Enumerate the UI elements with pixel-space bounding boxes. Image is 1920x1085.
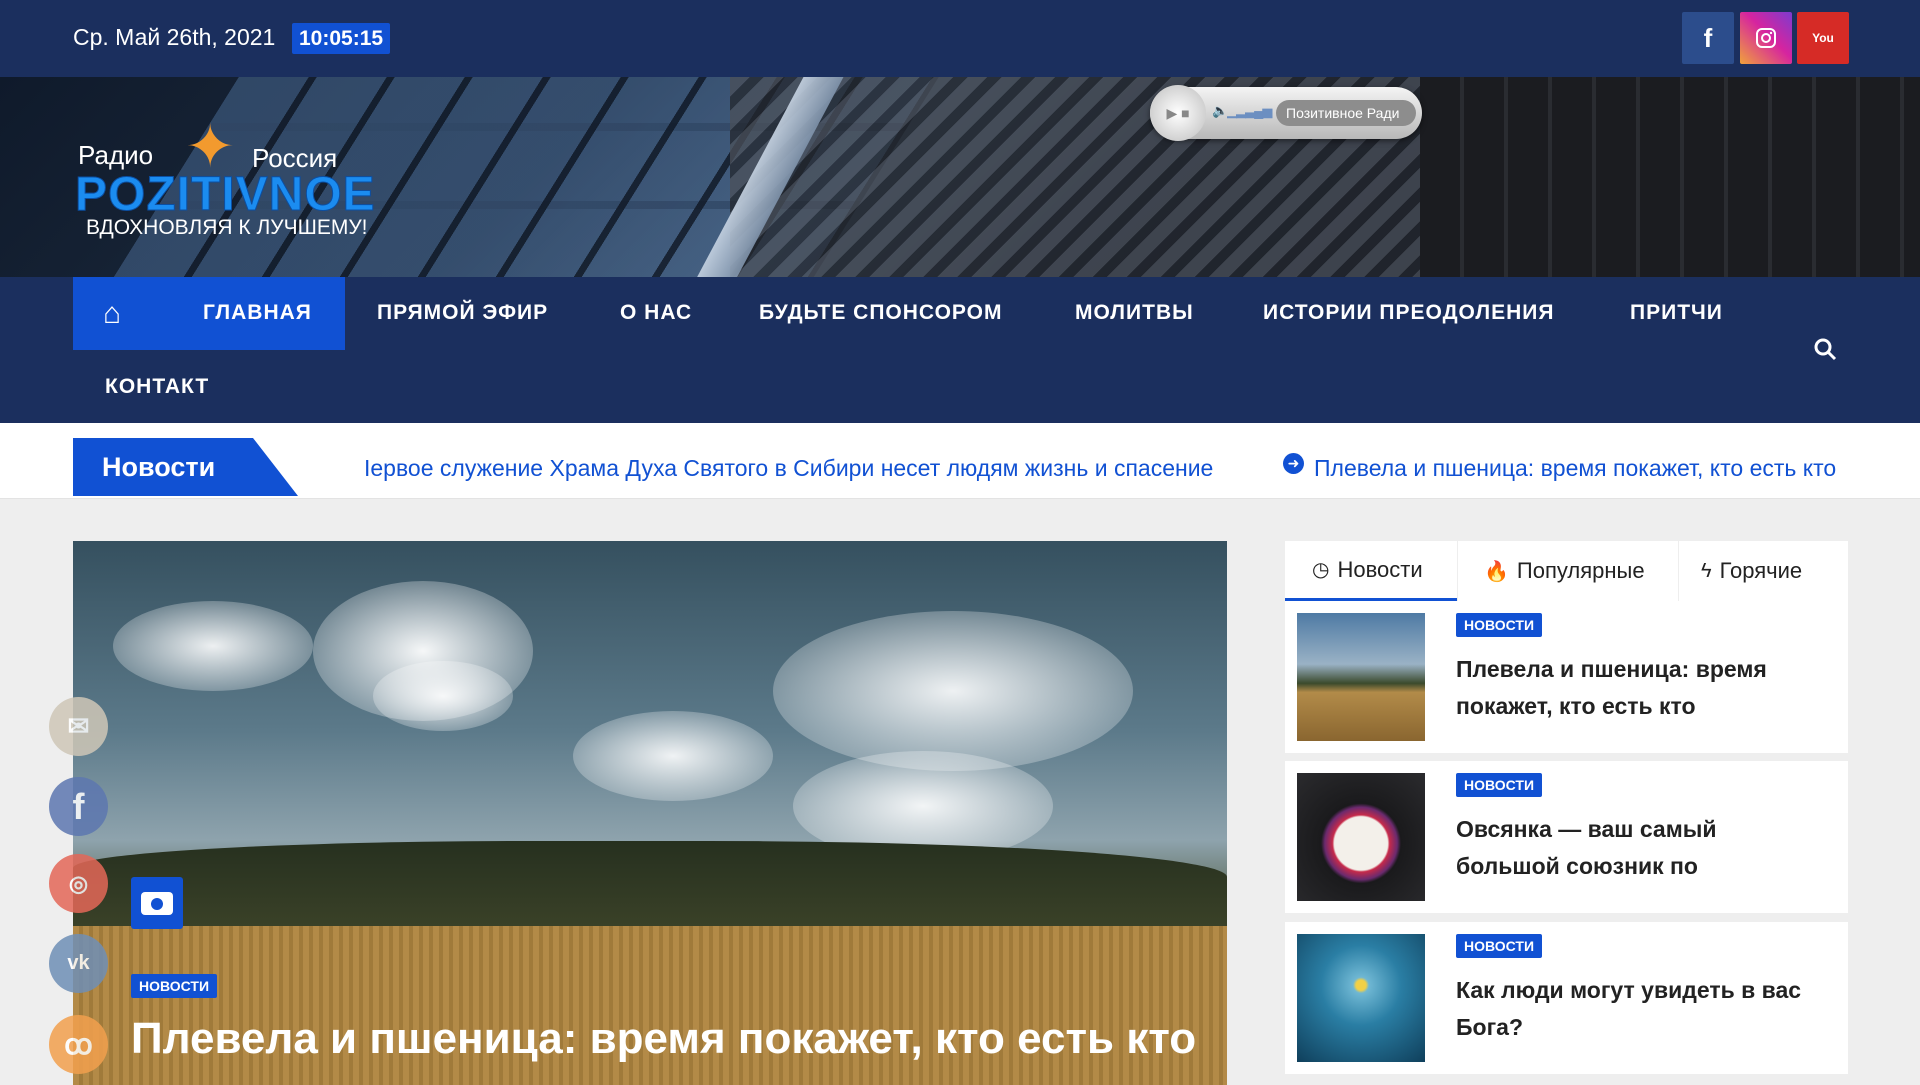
lightning-icon: ϟ xyxy=(1701,559,1712,582)
nav-item-live[interactable]: ПРЯМОЙ ЭФИР xyxy=(377,301,548,325)
instagram-icon[interactable] xyxy=(1740,12,1792,64)
hero-cloud xyxy=(373,661,513,731)
hero-cloud xyxy=(773,611,1133,771)
hero-category-badge[interactable]: НОВОСТИ xyxy=(131,974,218,998)
banner-tower xyxy=(1420,77,1920,277)
youtube-icon[interactable]: You xyxy=(1797,12,1849,64)
hero-title[interactable]: Плевела и пшеница: время покажет, кто ес… xyxy=(131,1009,1211,1069)
ticker-item[interactable]: Плевела и пшеница: время покажет, кто ес… xyxy=(1314,455,1836,482)
post-title[interactable]: Как люди могут увидеть в вас Бога? xyxy=(1456,972,1826,1046)
post-title[interactable]: Плевела и пшеница: время покажет, кто ес… xyxy=(1456,651,1826,725)
ticker-label: Новости xyxy=(73,438,298,496)
logo-slogan: ВДОХНОВЛЯЯ К ЛУЧШЕМУ! xyxy=(86,216,368,239)
current-time: 10:05:15 xyxy=(292,23,391,54)
site-logo[interactable]: Радио ✦ Россия POZITIVNOE ВДОХНОВЛЯЯ К Л… xyxy=(75,115,415,245)
player-station-name: Позитивное Ради xyxy=(1276,100,1416,126)
nav-item-contact[interactable]: КОНТАКТ xyxy=(105,375,209,399)
clock-icon: ◷ xyxy=(1312,559,1330,581)
nav-item-sponsor[interactable]: БУДЬТЕ СПОНСОРОМ xyxy=(759,301,1002,325)
featured-post[interactable]: НОВОСТИ Плевела и пшеница: время покажет… xyxy=(73,541,1227,1085)
post-category-badge[interactable]: НОВОСТИ xyxy=(1456,934,1543,958)
instagram-icon[interactable]: ◎ xyxy=(49,854,108,913)
post-thumbnail[interactable] xyxy=(1297,773,1425,901)
tab-label: Популярные xyxy=(1516,558,1645,583)
post-category-badge[interactable]: НОВОСТИ xyxy=(1456,613,1543,637)
nav-item-main[interactable]: ГЛАВНАЯ xyxy=(203,301,312,325)
tab-hot[interactable]: ϟ Горячие xyxy=(1679,541,1848,601)
nav-home[interactable]: ⌂ ГЛАВНАЯ xyxy=(73,277,345,350)
arrow-right-icon: ➜ xyxy=(1283,453,1304,474)
tab-news[interactable]: ◷ Новости xyxy=(1285,541,1457,601)
radio-player: ▶ ■ 🔈▁▂▃▄▅ Позитивное Ради xyxy=(1150,85,1422,141)
post-thumbnail[interactable] xyxy=(1297,613,1425,741)
camera-body xyxy=(141,891,173,915)
nav-item-prayers[interactable]: МОЛИТВЫ xyxy=(1075,301,1194,325)
ticker-item[interactable]: Іервое служение Храма Духа Святого в Сиб… xyxy=(364,455,1213,482)
email-icon[interactable]: ✉ xyxy=(49,697,108,756)
post-category-badge[interactable]: НОВОСТИ xyxy=(1456,773,1543,797)
tab-label: Горячие xyxy=(1719,558,1803,583)
fire-icon: 🔥 xyxy=(1484,560,1509,583)
vk-icon[interactable]: vk xyxy=(49,934,108,993)
main-nav: ⌂ ГЛАВНАЯ ПРЯМОЙ ЭФИР О НАС БУДЬТЕ СПОНС… xyxy=(0,277,1920,423)
current-date: Ср. Май 26th, 2021 xyxy=(73,24,276,50)
instagram-glyph xyxy=(1756,28,1776,48)
nav-item-stories[interactable]: ИСТОРИИ ПРЕОДОЛЕНИЯ xyxy=(1263,301,1554,325)
odnoklassniki-icon[interactable]: ꝏ xyxy=(49,1015,108,1074)
sidebar-tabs: ◷ Новости 🔥 Популярные ϟ Горячие xyxy=(1285,541,1848,601)
facebook-icon[interactable]: f xyxy=(49,777,108,836)
tab-label: Новости xyxy=(1337,556,1423,582)
news-ticker: Новости Іервое служение Храма Духа Свято… xyxy=(0,423,1920,499)
post-title[interactable]: Овсянка — ваш самый большой союзник по xyxy=(1456,811,1826,885)
search-glyph xyxy=(1814,338,1837,361)
sidebar-post[interactable]: НОВОСТИ Как люди могут увидеть в вас Бог… xyxy=(1285,922,1848,1074)
search-icon[interactable] xyxy=(1813,337,1837,368)
sidebar-post[interactable]: НОВОСТИ Овсянка — ваш самый большой союз… xyxy=(1285,761,1848,913)
post-thumbnail[interactable] xyxy=(1297,934,1425,1062)
tab-popular[interactable]: 🔥 Популярные xyxy=(1457,541,1679,601)
top-bar: Ср. Май 26th, 2021 10:05:15 f You xyxy=(0,0,1920,77)
nav-item-about[interactable]: О НАС xyxy=(620,301,692,325)
hero-trees xyxy=(73,841,1227,931)
play-button[interactable]: ▶ ■ xyxy=(1150,85,1206,141)
facebook-icon[interactable]: f xyxy=(1682,12,1734,64)
hero-cloud xyxy=(113,601,313,691)
hero-cloud xyxy=(573,711,773,801)
nav-item-parables[interactable]: ПРИТЧИ xyxy=(1630,301,1723,325)
volume-icon[interactable]: 🔈▁▂▃▄▅ xyxy=(1212,103,1272,119)
sidebar-post[interactable]: НОВОСТИ Плевела и пшеница: время покажет… xyxy=(1285,601,1848,753)
camera-icon xyxy=(131,877,183,929)
logo-brand: POZITIVNOE xyxy=(75,168,376,222)
home-icon: ⌂ xyxy=(103,297,122,330)
